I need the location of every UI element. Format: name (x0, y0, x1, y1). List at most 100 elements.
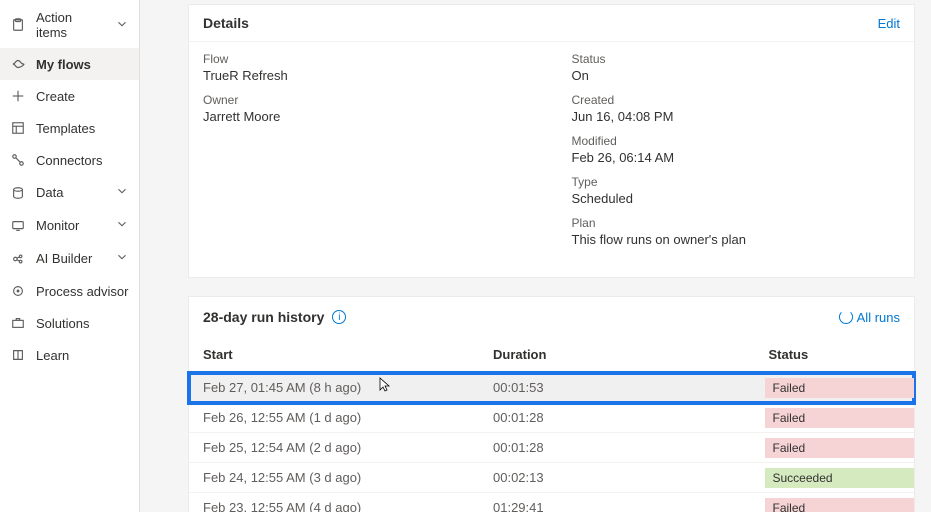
field-label: Status (572, 52, 901, 66)
status-badge: Failed (765, 438, 915, 458)
refresh-icon (839, 310, 853, 324)
edit-link[interactable]: Edit (878, 16, 900, 31)
run-start: Feb 27, 01:45 AM (8 h ago) (189, 373, 479, 403)
field-label: Plan (572, 216, 901, 230)
detail-field: FlowTrueR Refresh (203, 52, 532, 83)
field-label: Type (572, 175, 901, 189)
history-row[interactable]: Feb 26, 12:55 AM (1 d ago)00:01:28 Failed (189, 403, 914, 433)
run-start: Feb 24, 12:55 AM (3 d ago) (189, 463, 479, 493)
details-left-col: FlowTrueR Refresh Owner Jarrett Moore (203, 52, 532, 257)
detail-field: Owner Jarrett Moore (203, 93, 532, 124)
sidebar-item-solutions[interactable]: Solutions (0, 307, 139, 339)
sidebar-item-label: Connectors (36, 153, 102, 168)
field-label: Owner (203, 93, 532, 107)
history-table: Start Duration Status Feb 27, 01:45 AM (… (189, 337, 914, 512)
sidebar-item-label: Process advisor (36, 284, 128, 299)
run-status: Failed (755, 403, 915, 433)
field-value: Jun 16, 04:08 PM (572, 109, 901, 124)
details-title: Details (203, 15, 249, 31)
chevron-down-icon (115, 184, 129, 201)
detail-field: Modified Feb 26, 06:14 AM (572, 134, 901, 165)
chevron-down-icon (115, 217, 129, 234)
field-value: Jarrett Moore (203, 109, 532, 124)
sidebar-item-label: Data (36, 185, 63, 200)
history-row[interactable]: Feb 27, 01:45 AM (8 h ago)00:01:53 Failed (189, 373, 914, 403)
history-row[interactable]: Feb 23, 12:55 AM (4 d ago)01:29:41 Failed (189, 493, 914, 512)
solutions-icon (10, 315, 26, 331)
sidebar-item-label: Solutions (36, 316, 89, 331)
plus-icon (10, 88, 26, 104)
sidebar-item-label: Action items (36, 10, 105, 40)
history-row[interactable]: Feb 24, 12:55 AM (3 d ago)00:02:13 Succee… (189, 463, 914, 493)
status-badge: Failed (765, 408, 915, 428)
all-runs-label: All runs (857, 310, 900, 325)
history-row[interactable]: Feb 25, 12:54 AM (2 d ago)00:01:28 Failed (189, 433, 914, 463)
sidebar-item-label: AI Builder (36, 251, 92, 266)
sidebar-item-label: Templates (36, 121, 95, 136)
field-label: Flow (203, 52, 532, 66)
col-status[interactable]: Status (755, 337, 915, 373)
sidebar-item-templates[interactable]: Templates (0, 112, 139, 144)
sidebar-item-label: My flows (36, 57, 91, 72)
run-start: Feb 26, 12:55 AM (1 d ago) (189, 403, 479, 433)
sidebar-item-label: Learn (36, 348, 69, 363)
sidebar-item-my-flows[interactable]: My flows (0, 48, 139, 80)
chevron-down-icon (115, 17, 129, 34)
detail-field: Status On (572, 52, 901, 83)
run-status: Failed (755, 373, 915, 403)
learn-icon (10, 347, 26, 363)
field-value: Feb 26, 06:14 AM (572, 150, 901, 165)
sidebar-item-action-items[interactable]: Action items (0, 2, 139, 48)
run-status: Failed (755, 493, 915, 512)
run-start: Feb 25, 12:54 AM (2 d ago) (189, 433, 479, 463)
status-badge: Failed (765, 498, 915, 512)
flow-icon (10, 56, 26, 72)
run-status: Succeeded (755, 463, 915, 493)
sidebar-item-create[interactable]: Create (0, 80, 139, 112)
field-value: On (572, 68, 901, 83)
monitor-icon (10, 218, 26, 234)
col-duration[interactable]: Duration (479, 337, 755, 373)
details-card: Details Edit FlowTrueR Refresh Owner Jarre… (188, 4, 915, 278)
run-duration: 00:01:28 (479, 403, 755, 433)
field-value: This flow runs on owner's plan (572, 232, 901, 247)
status-badge: Failed (765, 378, 915, 398)
clipboard-icon (10, 17, 26, 33)
main-content: Details Edit FlowTrueR Refresh Owner Jarre… (140, 0, 931, 512)
sidebar-item-data[interactable]: Data (0, 176, 139, 209)
sidebar-item-monitor[interactable]: Monitor (0, 209, 139, 242)
chevron-down-icon (115, 250, 129, 267)
field-label: Created (572, 93, 901, 107)
run-status: Failed (755, 433, 915, 463)
detail-field: Type Scheduled (572, 175, 901, 206)
sidebar-item-label: Monitor (36, 218, 79, 233)
sidebar-item-learn[interactable]: Learn (0, 339, 139, 371)
sidebar: Action items My flows Create Templates Conne… (0, 0, 140, 512)
sidebar-item-connectors[interactable]: Connectors (0, 144, 139, 176)
run-duration: 00:02:13 (479, 463, 755, 493)
sidebar-item-process-advisor[interactable]: Process advisor (0, 275, 139, 307)
run-duration: 00:01:53 (479, 373, 755, 403)
field-label: Modified (572, 134, 901, 148)
details-right-col: Status On Created Jun 16, 04:08 PM Modified F… (572, 52, 901, 257)
history-card: 28-day run history i All runs Start Dura… (188, 296, 915, 512)
sidebar-item-ai-builder[interactable]: AI Builder (0, 242, 139, 275)
all-runs-link[interactable]: All runs (839, 310, 900, 325)
data-icon (10, 185, 26, 201)
detail-field: Plan This flow runs on owner's plan (572, 216, 901, 247)
connectors-icon (10, 152, 26, 168)
info-icon[interactable]: i (332, 310, 346, 324)
detail-field: Created Jun 16, 04:08 PM (572, 93, 901, 124)
process-icon (10, 283, 26, 299)
templates-icon (10, 120, 26, 136)
history-title: 28-day run history i (203, 309, 346, 325)
sidebar-item-label: Create (36, 89, 75, 104)
status-badge: Succeeded (765, 468, 915, 488)
cursor-icon (379, 377, 391, 393)
field-value: Scheduled (572, 191, 901, 206)
col-start[interactable]: Start (189, 337, 479, 373)
run-duration: 00:01:28 (479, 433, 755, 463)
run-start: Feb 23, 12:55 AM (4 d ago) (189, 493, 479, 512)
run-duration: 01:29:41 (479, 493, 755, 512)
history-title-text: 28-day run history (203, 309, 324, 325)
